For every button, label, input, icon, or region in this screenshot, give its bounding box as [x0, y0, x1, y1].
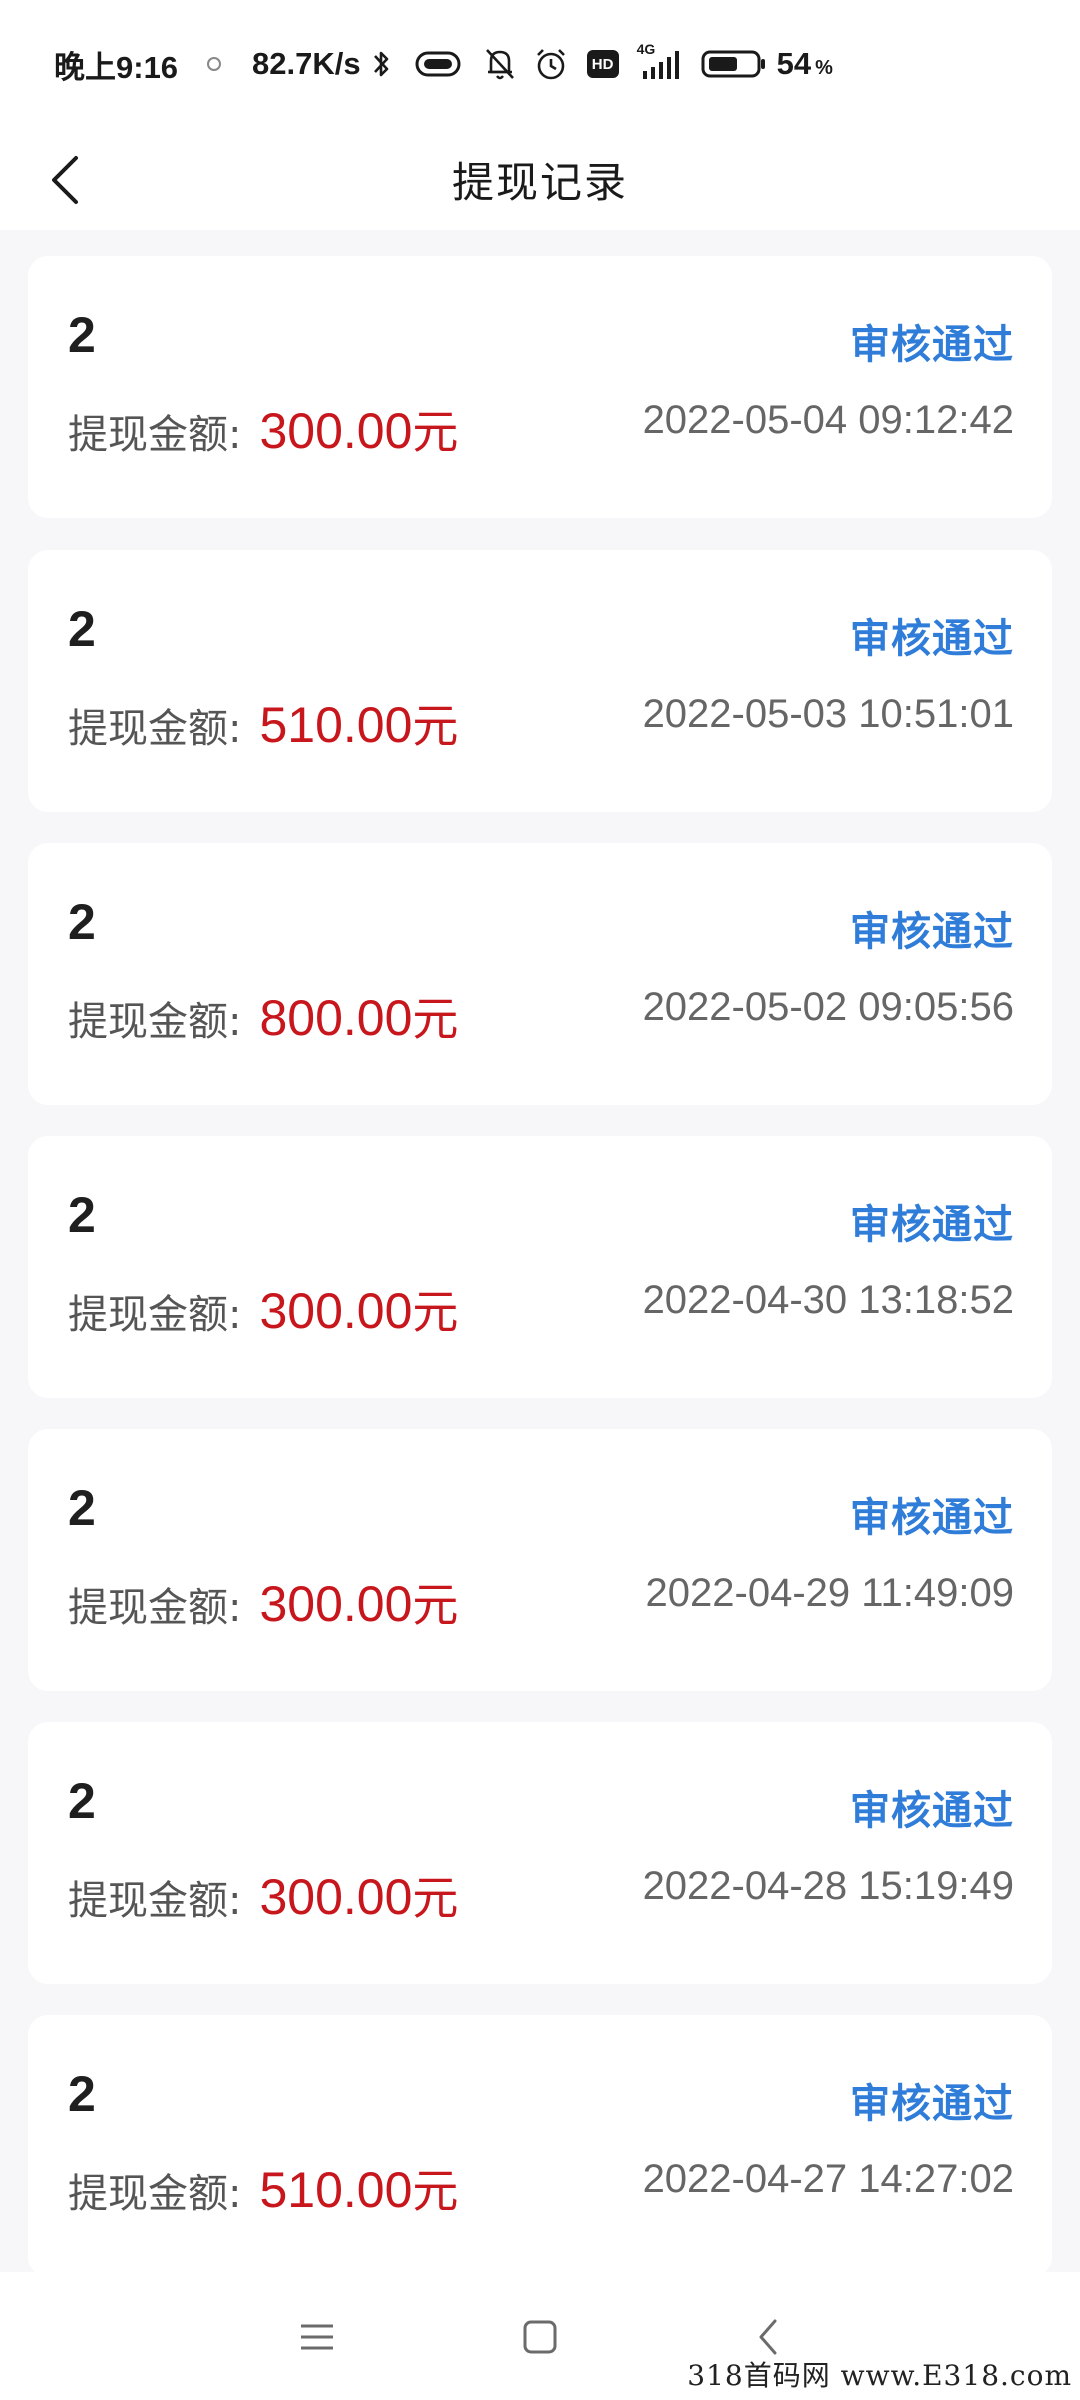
amount-label: 提现金额:: [68, 706, 242, 752]
nav-back-icon: [759, 2319, 777, 2355]
amount-label: 提现金额:: [68, 412, 242, 458]
amount-row: 提现金额: 300.00 元: [68, 1569, 458, 1635]
record-status: 审核通过: [850, 909, 1014, 955]
home-icon: [523, 2320, 557, 2354]
watermark: 318首码网 www.E318.com: [687, 2359, 1072, 2392]
record-count: 2: [68, 894, 96, 950]
record-time: 2022-04-28 15:19:49: [642, 1864, 1014, 1908]
amount-row: 提现金额: 300.00 元: [68, 396, 458, 462]
amount-label: 提现金额:: [68, 999, 242, 1045]
back-button[interactable]: [34, 148, 98, 212]
record-card[interactable]: 2 审核通过 提现金额: 300.00 元 2022-04-29 11:49:0…: [28, 1429, 1052, 1691]
amount-value: 510.00: [259, 697, 413, 753]
amount-unit: 元: [412, 1285, 459, 1339]
record-status: 审核通过: [850, 322, 1014, 368]
record-count: 2: [68, 1773, 96, 1829]
amount-value: 300.00: [259, 1869, 413, 1925]
amount-unit: 元: [412, 699, 459, 753]
record-count: 2: [68, 2066, 96, 2122]
hd-icon: HD: [586, 50, 619, 78]
battery-icon: [701, 48, 767, 80]
record-card[interactable]: 2 审核通过 提现金额: 510.00 元 2022-05-03 10:51:0…: [28, 550, 1052, 812]
record-time: 2022-04-27 14:27:02: [642, 2157, 1014, 2201]
menu-icon: [301, 2324, 333, 2350]
status-bar: 晚上9:16 82.7K/s HD 4G 54 %: [0, 0, 1080, 128]
record-time: 2022-05-02 09:05:56: [642, 985, 1014, 1029]
record-count: 2: [68, 1187, 96, 1243]
amount-unit: 元: [412, 1578, 459, 1632]
record-status: 审核通过: [850, 1788, 1014, 1834]
record-card[interactable]: 2 审核通过 提现金额: 300.00 元 2022-05-04 09:12:4…: [28, 256, 1052, 518]
amount-row: 提现金额: 300.00 元: [68, 1862, 458, 1928]
battery-unit: %: [815, 56, 833, 79]
amount-label: 提现金额:: [68, 1878, 242, 1924]
battery-percent: 54: [776, 46, 812, 81]
amount-unit: 元: [412, 1871, 459, 1925]
record-count: 2: [68, 601, 96, 657]
hd-label: HD: [586, 50, 619, 78]
record-status: 审核通过: [850, 2081, 1014, 2127]
record-card[interactable]: 2 审核通过 提现金额: 510.00 元 2022-04-27 14:27:0…: [28, 2015, 1052, 2277]
record-time: 2022-04-29 11:49:09: [645, 1571, 1014, 1615]
record-count: 2: [68, 307, 96, 363]
amount-unit: 元: [412, 405, 459, 459]
alarm-icon: [533, 46, 569, 82]
withdrawal-records-page: 晚上9:16 82.7K/s HD 4G 54 % 提现记录 2 审核通过 提现…: [0, 0, 1080, 2400]
record-count: 2: [68, 1480, 96, 1536]
home-button[interactable]: [505, 2302, 575, 2372]
vibrate-icon: [415, 50, 461, 78]
amount-label: 提现金额:: [68, 1292, 242, 1338]
status-time: 晚上9:16: [54, 49, 179, 85]
record-card[interactable]: 2 审核通过 提现金额: 300.00 元 2022-04-30 13:18:5…: [28, 1136, 1052, 1398]
amount-unit: 元: [412, 2164, 459, 2218]
amount-row: 提现金额: 510.00 元: [68, 690, 458, 756]
page-title: 提现记录: [451, 157, 628, 207]
app-header: 提现记录: [0, 128, 1080, 230]
amount-value: 300.00: [259, 1283, 413, 1339]
record-time: 2022-04-30 13:18:52: [642, 1278, 1014, 1322]
amount-label: 提现金额:: [68, 2171, 242, 2217]
amount-unit: 元: [412, 992, 459, 1046]
record-status: 审核通过: [850, 616, 1014, 662]
record-card[interactable]: 2 审核通过 提现金额: 800.00 元 2022-05-02 09:05:5…: [28, 843, 1052, 1105]
amount-value: 800.00: [259, 990, 413, 1046]
amount-row: 提现金额: 510.00 元: [68, 2155, 458, 2221]
amount-value: 300.00: [259, 403, 413, 459]
network-speed: 82.7K/s: [252, 46, 361, 81]
record-card[interactable]: 2 审核通过 提现金额: 300.00 元 2022-04-28 15:19:4…: [28, 1722, 1052, 1984]
amount-row: 提现金额: 800.00 元: [68, 983, 458, 1049]
bluetooth-icon: [369, 47, 393, 81]
sync-icon: [204, 54, 224, 74]
amount-row: 提现金额: 300.00 元: [68, 1276, 458, 1342]
chevron-left-icon: [52, 156, 78, 204]
record-status: 审核通过: [850, 1495, 1014, 1541]
network-type: 4G: [636, 41, 656, 57]
record-time: 2022-05-03 10:51:01: [642, 692, 1014, 736]
menu-button[interactable]: [282, 2302, 352, 2372]
signal-icon: 4G: [637, 41, 685, 81]
amount-value: 510.00: [259, 2162, 413, 2218]
record-time: 2022-05-04 09:12:42: [642, 398, 1014, 442]
record-status: 审核通过: [850, 1202, 1014, 1248]
amount-label: 提现金额:: [68, 1585, 242, 1631]
amount-value: 300.00: [259, 1576, 413, 1632]
mute-bell-icon: [483, 46, 517, 82]
